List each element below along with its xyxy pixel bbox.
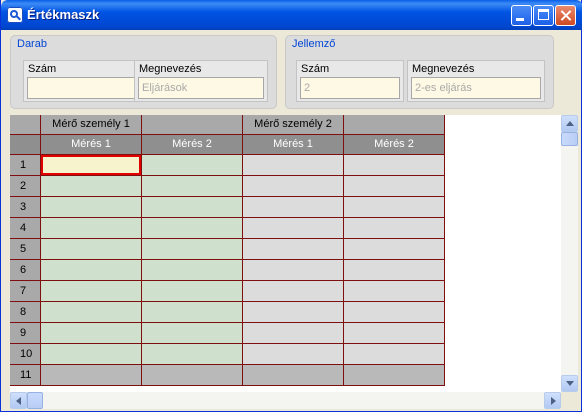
grid-cell[interactable] [243,344,344,365]
group-header-3: Mérő személy 2 [243,115,344,135]
vertical-scroll-thumb[interactable] [561,132,578,146]
grid-cell[interactable] [243,365,344,386]
grid-cell[interactable] [344,365,445,386]
grid-cell[interactable] [243,260,344,281]
grid-cell[interactable] [142,344,243,365]
jellemzo-szam-input[interactable]: 2 [300,77,400,99]
scroll-down-arrow-icon[interactable] [561,375,578,392]
grid-cell[interactable] [41,239,142,260]
jellemzo-megnevezes-label: Megnevezés [412,63,475,75]
group-header-1: Mérő személy 1 [41,115,142,135]
darab-szam-label: Szám [28,63,57,75]
grid-corner-header [10,115,41,135]
grid-cell[interactable] [344,323,445,344]
grid-cell[interactable] [142,281,243,302]
grid-cell[interactable] [243,281,344,302]
grid-cell[interactable] [344,239,445,260]
row-header[interactable]: 4 [10,218,41,239]
column-header-4[interactable]: Mérés 2 [344,135,445,155]
grid-cell[interactable] [344,197,445,218]
scroll-right-arrow-icon[interactable] [544,392,561,409]
minimize-button[interactable] [511,5,532,26]
grid-cell[interactable] [142,323,243,344]
darab-megnevezes-input[interactable]: Eljárások [138,77,264,99]
grid-cell[interactable] [142,197,243,218]
grid-cell[interactable] [142,365,243,386]
grid-cell[interactable] [344,302,445,323]
horizontal-scroll-thumb[interactable] [27,392,43,409]
row-header[interactable]: 11 [10,365,41,386]
grid-cell[interactable] [344,344,445,365]
grid-cell[interactable] [243,176,344,197]
grid-cell[interactable] [41,218,142,239]
column-header-1[interactable]: Mérés 1 [41,135,142,155]
grid-cell[interactable] [142,239,243,260]
grid-cell[interactable] [41,302,142,323]
grid-cell[interactable] [344,218,445,239]
row-header[interactable]: 2 [10,176,41,197]
darab-szam-input[interactable] [27,77,136,99]
grid-cell[interactable] [344,176,445,197]
horizontal-scrollbar[interactable] [10,392,561,409]
grid-cell[interactable] [41,281,142,302]
darab-group-title: Darab [17,38,47,50]
group-header-4 [344,115,445,135]
jellemzo-group-title: Jellemző [292,38,336,50]
scroll-left-arrow-icon[interactable] [10,392,27,409]
window-title: Értékmaszk [27,7,100,22]
jellemzo-group: Jellemző Szám 2 Megnevezés 2-es eljárás [285,35,554,109]
column-header-3[interactable]: Mérés 1 [243,135,344,155]
jellemzo-megnevezes-input[interactable]: 2-es eljárás [411,77,541,99]
grid-cell[interactable] [243,302,344,323]
column-header-2[interactable]: Mérés 2 [142,135,243,155]
grid-cell[interactable] [41,197,142,218]
app-window: Értékmaszk Darab Szám Megnevezés Eljárás… [0,0,582,412]
grid-cell[interactable] [41,365,142,386]
darab-megnevezes-label: Megnevezés [139,63,202,75]
jellemzo-szam-label: Szám [301,63,330,75]
grid-cell[interactable] [142,218,243,239]
jellemzo-szam-field: Szám 2 [296,60,404,102]
row-header[interactable]: 5 [10,239,41,260]
grid-cell[interactable] [243,218,344,239]
row-header[interactable]: 7 [10,281,41,302]
grid-cell[interactable] [344,260,445,281]
jellemzo-megnevezes-field: Megnevezés 2-es eljárás [407,60,545,102]
grid-cell[interactable] [41,344,142,365]
grid-cell[interactable] [243,239,344,260]
title-bar[interactable]: Értékmaszk [1,0,582,30]
maximize-button[interactable] [533,5,554,26]
darab-szam-field: Szám [23,60,140,102]
grid-cell[interactable] [243,323,344,344]
grid-cell[interactable] [243,155,344,176]
darab-group: Darab Szám Megnevezés Eljárások [10,35,277,109]
vertical-scrollbar[interactable] [561,115,578,392]
scrollbar-corner [561,392,578,409]
row-header[interactable]: 6 [10,260,41,281]
close-button[interactable] [555,5,576,26]
grid-cell[interactable] [41,260,142,281]
row-header[interactable]: 10 [10,344,41,365]
grid-cell[interactable] [142,176,243,197]
grid-cell[interactable] [41,323,142,344]
scroll-up-arrow-icon[interactable] [561,115,578,132]
group-header-2 [142,115,243,135]
grid-cell[interactable] [41,155,142,176]
grid-cell[interactable] [142,260,243,281]
grid-cell[interactable] [142,155,243,176]
row-header[interactable]: 3 [10,197,41,218]
grid-cell[interactable] [243,197,344,218]
measurement-grid: Mérő személy 1 Mérő személy 2 Mérés 1 Mérés… [10,115,578,392]
grid-cell[interactable] [41,176,142,197]
darab-megnevezes-field: Megnevezés Eljárások [134,60,268,102]
row-header[interactable]: 1 [10,155,41,176]
grid-cell[interactable] [344,155,445,176]
row-header[interactable]: 9 [10,323,41,344]
magnifier-icon[interactable] [7,7,23,23]
grid-cell[interactable] [344,281,445,302]
grid-cell[interactable] [142,302,243,323]
grid-corner-subheader [10,135,41,155]
row-header[interactable]: 8 [10,302,41,323]
